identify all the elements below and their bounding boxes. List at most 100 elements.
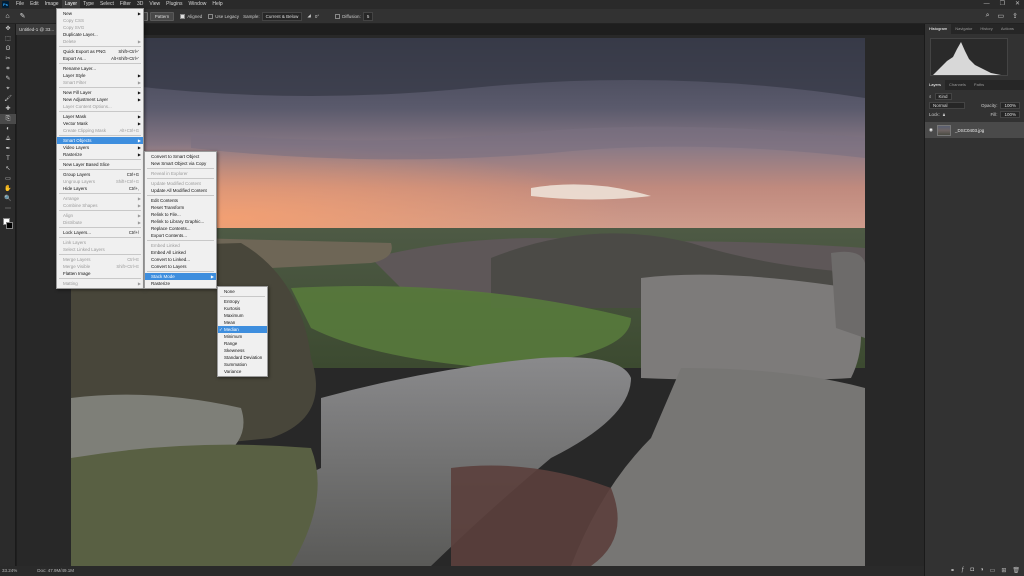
menu-view[interactable]: View (146, 0, 163, 9)
background-color-swatch[interactable] (6, 222, 13, 229)
use-legacy-checkbox[interactable] (208, 13, 214, 19)
layer-menu-item-duplicate-layer[interactable]: Duplicate Layer... (57, 31, 143, 38)
layer-menu-item-export-as[interactable]: Export As... Alt+Shift+Ctrl+' (57, 55, 143, 62)
visibility-eye-icon[interactable]: ◉ (929, 127, 933, 133)
zoom-tool-icon[interactable]: 🔍 (0, 194, 16, 204)
minimize-icon[interactable]: — (984, 0, 990, 9)
stack-mode-item-mean[interactable]: Mean (218, 319, 267, 326)
layer-menu-item-new-adjustment-layer[interactable]: New Adjustment Layer ▶ (57, 96, 143, 103)
tab-paths[interactable]: Paths (970, 80, 988, 90)
stack-mode-item-summation[interactable]: Summation (218, 361, 267, 368)
stack-mode-item-variance[interactable]: Variance (218, 368, 267, 375)
zoom-level[interactable]: 33.24% (2, 566, 17, 576)
opacity-field[interactable]: 100% (1000, 102, 1020, 109)
stack-mode-item-minimum[interactable]: Minimum (218, 333, 267, 340)
layer-row[interactable]: ◉ _DSC0403.jpg (925, 122, 1024, 138)
brush-pressure-checkbox[interactable] (335, 13, 341, 19)
smart-objects-item-replace-contents[interactable]: Replace Contents... (145, 225, 216, 232)
edit-toolbar-tool-icon[interactable]: ✒ (0, 144, 16, 154)
marquee-tool-icon[interactable]: ⬚ (0, 34, 16, 44)
layer-menu-item-video-layers[interactable]: Video Layers ▶ (57, 144, 143, 151)
layer-menu-item-layer-mask[interactable]: Layer Mask ▶ (57, 113, 143, 120)
menu-help[interactable]: Help (209, 0, 225, 9)
layer-menu-item-new-fill-layer[interactable]: New Fill Layer ▶ (57, 89, 143, 96)
rectangle-tool-icon[interactable]: ▭ (0, 174, 16, 184)
angle-icon[interactable]: ◢ (307, 13, 310, 19)
tab-history[interactable]: History (976, 24, 996, 34)
path-selection-tool-icon[interactable]: ↖ (0, 164, 16, 174)
diffusion-select[interactable]: 5 (362, 11, 374, 21)
layer-menu-item-hide-layers[interactable]: Hide Layers Ctrl+, (57, 185, 143, 192)
lock-icon[interactable]: 🔒︎ (943, 112, 945, 117)
smart-objects-item-rasterize[interactable]: Rasterize (145, 280, 216, 287)
more-tools-tool-icon[interactable]: ⋯ (0, 204, 16, 214)
smart-objects-item-convert-to-linked[interactable]: Convert to Linked... (145, 256, 216, 263)
smart-objects-item-stack-mode[interactable]: Stack Mode ▶ (145, 273, 216, 280)
kind-select[interactable]: Kind (934, 93, 952, 100)
layer-menu-item-layer-style[interactable]: Layer Style ▶ (57, 72, 143, 79)
blend-mode-select[interactable]: Normal (929, 102, 965, 109)
pen-tool-icon[interactable]: ⟁ (0, 134, 16, 144)
new-layer-icon[interactable]: ⊞ (1001, 567, 1006, 574)
aligned-checkbox[interactable] (180, 13, 186, 19)
photoshop-logo-icon[interactable]: Ps (2, 1, 9, 8)
move-tool-icon[interactable]: ✥ (0, 24, 16, 34)
menu-window[interactable]: Window (186, 0, 210, 9)
clone-stamp-tool-icon[interactable]: ✎ (18, 12, 27, 21)
pattern-button[interactable]: Pattern (149, 11, 175, 21)
layer-menu-item-rasterize[interactable]: Rasterize ▶ (57, 151, 143, 158)
maximize-icon[interactable]: ❐ (1000, 0, 1005, 9)
layer-menu-item-quick-export-as-png[interactable]: Quick Export as PNG Shift+Ctrl+' (57, 48, 143, 55)
hand-tool-icon[interactable]: ✋ (0, 184, 16, 194)
tab-channels[interactable]: Channels (945, 80, 970, 90)
workspace-icon[interactable]: ▭ (998, 12, 1005, 20)
tab-layers[interactable]: Layers (925, 80, 946, 90)
folder-icon[interactable]: ▭ (990, 567, 996, 574)
share-icon[interactable]: ⇪ (1012, 12, 1018, 20)
healing-tool-icon[interactable]: ✚ (0, 104, 16, 114)
clone-stamp-tool-icon[interactable]: ⎘ (0, 114, 16, 124)
eyedropper-tool-icon[interactable]: ⌖ (0, 84, 16, 94)
landscape-photo[interactable] (71, 38, 865, 566)
angle-value[interactable]: 0° (315, 14, 319, 19)
smart-objects-item-convert-to-smart-object[interactable]: Convert to Smart Object (145, 153, 216, 160)
smart-objects-item-update-all-modified-content[interactable]: Update All Modified Content (145, 187, 216, 194)
layer-menu-item-new[interactable]: New ▶ (57, 10, 143, 17)
frame-tool-icon[interactable]: ✎ (0, 74, 16, 84)
sample-select[interactable]: Current & Below (261, 11, 303, 21)
brush-tool-icon[interactable]: 🖌 (0, 94, 16, 104)
layer-menu-item-vector-mask[interactable]: Vector Mask ▶ (57, 120, 143, 127)
layer-menu-item-new-layer-based-slice[interactable]: New Layer Based Slice (57, 161, 143, 168)
lasso-tool-icon[interactable]: ʘ (0, 44, 16, 54)
fill-field[interactable]: 100% (1000, 111, 1020, 118)
stack-mode-item-entropy[interactable]: Entropy (218, 298, 267, 305)
smart-objects-item-convert-to-layers[interactable]: Convert to Layers (145, 263, 216, 270)
smart-objects-item-relink-to-file[interactable]: Relink to File... (145, 211, 216, 218)
stack-mode-item-maximum[interactable]: Maximum (218, 312, 267, 319)
menu-file[interactable]: File (13, 0, 27, 9)
stack-mode-item-standard-deviation[interactable]: Standard Deviation (218, 354, 267, 361)
tab-navigator[interactable]: Navigator (951, 24, 976, 34)
layer-menu-item-lock-layers[interactable]: Lock Layers... Ctrl+/ (57, 229, 143, 236)
stack-mode-item-kurtosis[interactable]: Kurtosis (218, 305, 267, 312)
menu-edit[interactable]: Edit (27, 0, 42, 9)
type-tool-icon[interactable]: T (0, 154, 16, 164)
tab-histogram[interactable]: Histogram (925, 24, 952, 34)
close-icon[interactable]: ✕ (1015, 0, 1020, 9)
stack-mode-item-none[interactable]: None (218, 288, 267, 295)
quick-selection-tool-icon[interactable]: ✂ (0, 54, 16, 64)
smart-objects-item-edit-contents[interactable]: Edit Contents (145, 197, 216, 204)
stack-mode-item-median[interactable]: Median ✓ (218, 326, 267, 333)
layer-menu-item-flatten-image[interactable]: Flatten Image (57, 270, 143, 277)
mask-icon[interactable]: ◘ (970, 567, 974, 574)
smart-objects-item-export-contents[interactable]: Export Contents... (145, 232, 216, 239)
crop-tool-icon[interactable]: ⌗ (0, 64, 16, 74)
fx-icon[interactable]: ƒ (961, 567, 964, 574)
layer-menu-item-group-layers[interactable]: Group Layers Ctrl+G (57, 171, 143, 178)
smart-objects-item-embed-all-linked[interactable]: Embed All Linked (145, 249, 216, 256)
stack-mode-item-range[interactable]: Range (218, 340, 267, 347)
smart-objects-item-reset-transform[interactable]: Reset Transform (145, 204, 216, 211)
smart-objects-item-relink-to-library-graphic[interactable]: Relink to Library Graphic... (145, 218, 216, 225)
layer-menu-item-rename-layer[interactable]: Rename Layer... (57, 65, 143, 72)
tab-actions[interactable]: Actions (997, 24, 1018, 34)
